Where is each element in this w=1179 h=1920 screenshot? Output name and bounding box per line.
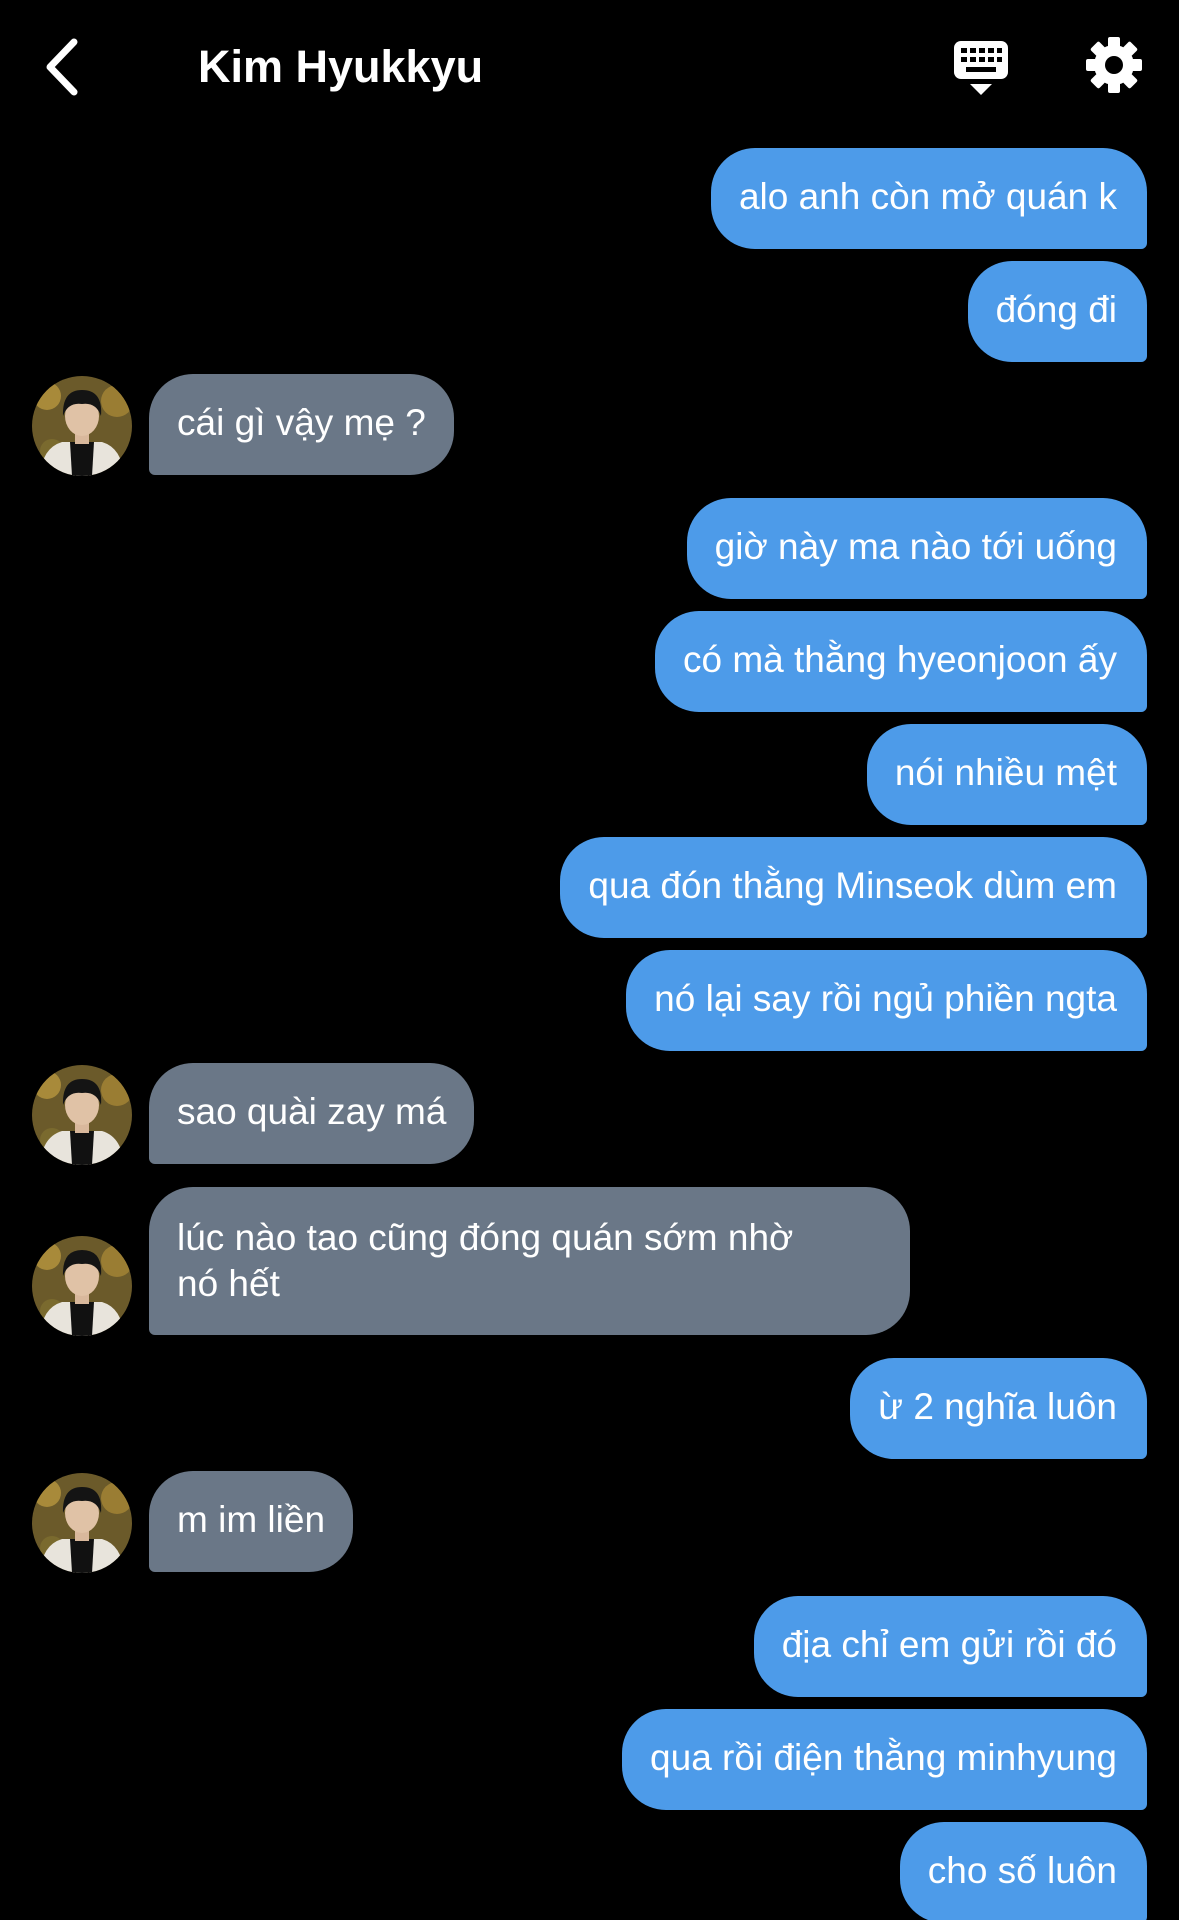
message-text: lúc nào tao cũng đóng quán sớm nhờ [177, 1217, 794, 1258]
chat-header: Kim Hyukkyu [0, 0, 1179, 135]
chevron-left-icon [46, 38, 78, 96]
message-text: qua đón thằng Minseok dùm em [588, 865, 1117, 906]
avatar-image [32, 1473, 132, 1573]
avatar[interactable] [32, 1065, 132, 1165]
message-text: sao quài zay má [177, 1091, 447, 1132]
message-outgoing[interactable]: ừ 2 nghĩa luôn [850, 1358, 1147, 1459]
message-text: địa chỉ em gửi rồi đó [781, 1624, 1117, 1665]
message-outgoing[interactable]: giờ này ma nào tới uống [686, 498, 1147, 599]
message-incoming[interactable]: cái gì vậy mẹ ? [149, 374, 454, 475]
message-text: đóng đi [995, 289, 1117, 330]
message-outgoing[interactable]: nói nhiều mệt [866, 724, 1147, 825]
message-outgoing[interactable]: alo anh còn mở quán k [710, 148, 1147, 249]
message-text: cho số luôn [927, 1850, 1117, 1891]
message-incoming[interactable]: lúc nào tao cũng đóng quán sớm nhờ nó hế… [149, 1187, 910, 1335]
message-text: m im liền [177, 1499, 326, 1540]
contact-name: Kim Hyukkyu [198, 41, 484, 92]
avatar-image [32, 1236, 132, 1336]
message-text: qua rồi điện thằng minhyung [650, 1737, 1117, 1778]
keyboard-icon [954, 41, 1008, 95]
gear-icon [1086, 37, 1142, 93]
avatar[interactable] [32, 376, 132, 476]
message-text: nói nhiều mệt [894, 752, 1117, 793]
message-outgoing[interactable]: đóng đi [967, 261, 1147, 362]
settings-button[interactable] [1085, 36, 1143, 94]
message-text: alo anh còn mở quán k [738, 176, 1117, 217]
message-outgoing[interactable]: qua rồi điện thằng minhyung [622, 1709, 1147, 1810]
message-text: nó lại say rồi ngủ phiền ngta [654, 978, 1117, 1019]
avatar[interactable] [32, 1473, 132, 1573]
message-text: ừ 2 nghĩa luôn [878, 1386, 1117, 1427]
message-outgoing[interactable]: địa chỉ em gửi rồi đó [753, 1596, 1147, 1697]
message-text: có mà thằng hyeonjoon ấy [682, 639, 1117, 680]
message-incoming[interactable]: sao quài zay má [149, 1063, 475, 1164]
avatar[interactable] [32, 1236, 132, 1336]
chat-screen: Kim Hyukkyu alo anh còn mở quán k đóng đ… [0, 0, 1179, 1920]
keyboard-button[interactable] [952, 38, 1010, 98]
message-outgoing[interactable]: qua đón thằng Minseok dùm em [560, 837, 1147, 938]
message-incoming[interactable]: m im liền [149, 1471, 354, 1572]
back-button[interactable] [40, 36, 88, 98]
message-outgoing[interactable]: nó lại say rồi ngủ phiền ngta [626, 950, 1147, 1051]
message-text: cái gì vậy mẹ ? [177, 402, 426, 443]
message-text: giờ này ma nào tới uống [714, 526, 1117, 567]
avatar-image [32, 376, 132, 476]
avatar-image [32, 1065, 132, 1165]
message-outgoing[interactable]: có mà thằng hyeonjoon ấy [654, 611, 1147, 712]
message-outgoing[interactable]: cho số luôn [899, 1822, 1147, 1920]
message-text-line2: nó hết [177, 1263, 280, 1304]
